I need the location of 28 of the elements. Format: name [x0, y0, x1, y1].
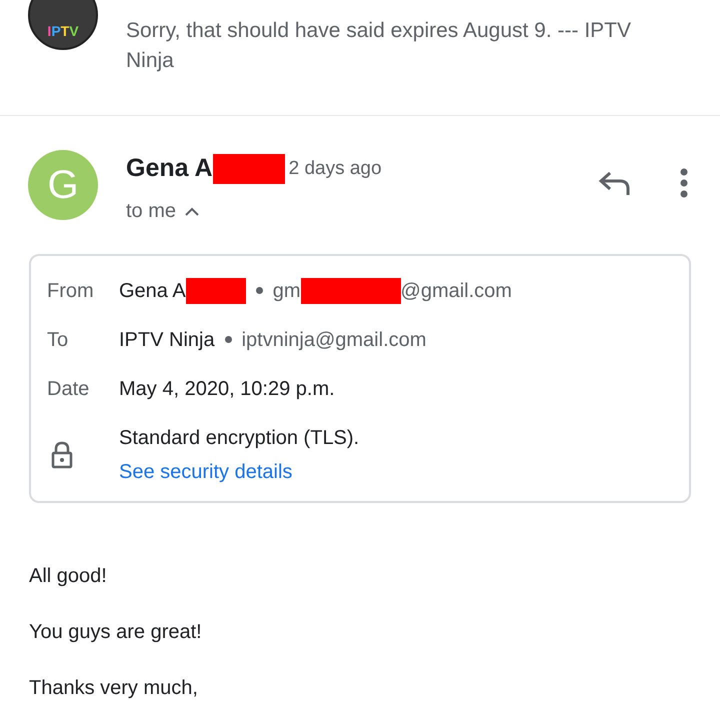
detail-label: To: [47, 328, 70, 352]
lock-icon: [51, 440, 73, 468]
recipient-toggle[interactable]: to me: [126, 196, 200, 226]
sender-name: Gena A: [126, 153, 213, 184]
more-button[interactable]: [680, 168, 688, 198]
more-icon: [680, 168, 688, 198]
detail-label: From: [47, 278, 95, 304]
body-line: All good!: [29, 564, 108, 588]
to-name: IPTV Ninja: [119, 328, 215, 352]
message-time: 2 days ago: [288, 156, 382, 180]
sender-avatar: G: [28, 150, 98, 220]
separator-dot: [224, 336, 232, 343]
caret-icon: [184, 206, 200, 216]
to-email: iptvninja@gmail.com: [242, 328, 426, 352]
channel-avatar: IPTV: [28, 0, 98, 50]
detail-label: Date: [47, 376, 90, 402]
date-value: May 4, 2020, 10:29 p.m.: [119, 376, 336, 402]
from-name: Gena A: [119, 278, 186, 304]
reply-button[interactable]: [598, 170, 630, 196]
body-line: Thanks very much,: [29, 676, 199, 700]
separator-dot: [256, 287, 263, 294]
from-email-end: @gmail.com: [400, 278, 512, 304]
message-snippet: Sorry, that should have said expires August 9. --- IPTV Ninja: [126, 18, 632, 74]
body-line: You guys are great!: [29, 620, 203, 644]
reply-icon: [598, 170, 630, 196]
security-link[interactable]: See security details: [119, 456, 673, 486]
from-email-start: gm: [272, 278, 301, 304]
encryption-text: Standard encryption (TLS).: [119, 426, 360, 450]
